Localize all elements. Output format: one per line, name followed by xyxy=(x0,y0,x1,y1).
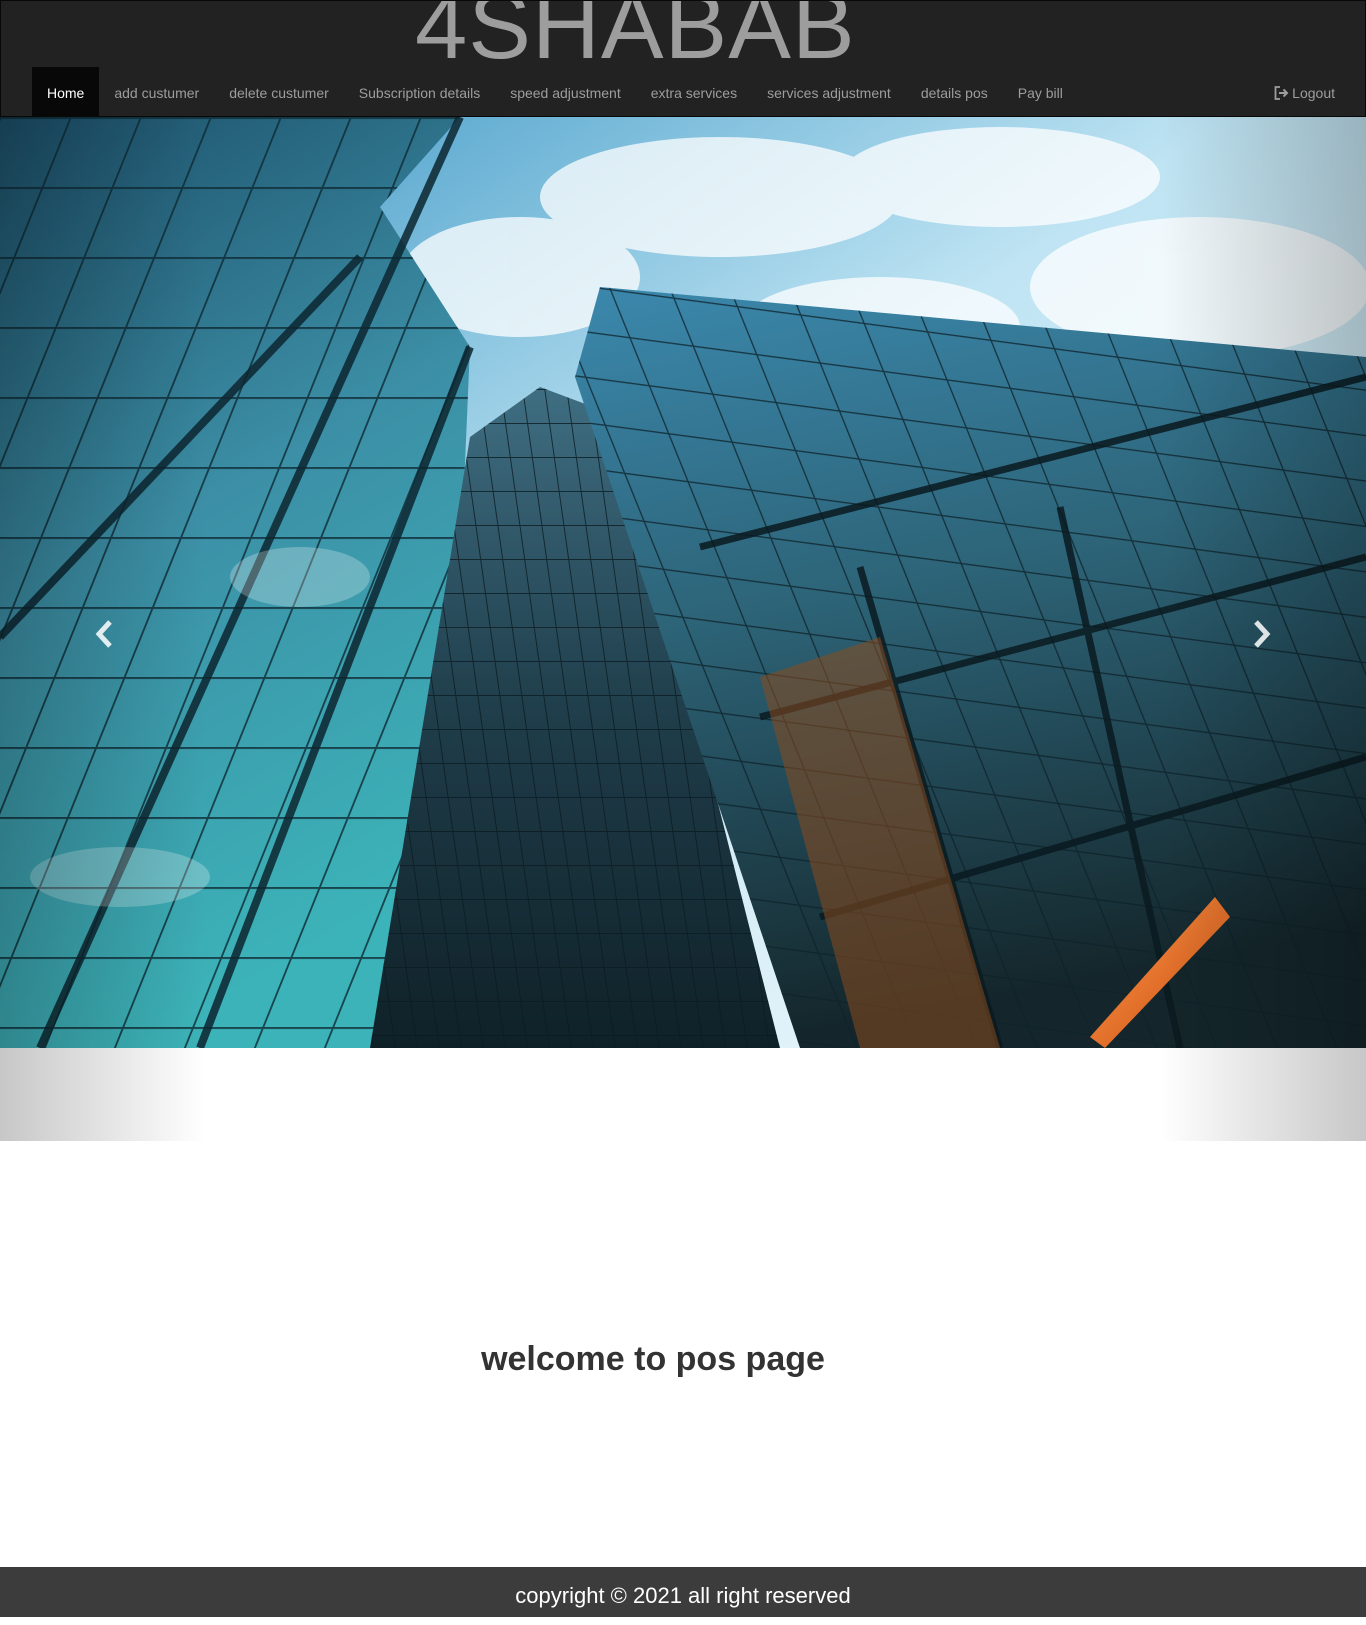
nav-item-add-customer[interactable]: add custumer xyxy=(99,67,214,116)
logout-icon xyxy=(1274,85,1289,100)
nav-item-details-pos[interactable]: details pos xyxy=(906,67,1003,116)
chevron-left-icon xyxy=(95,620,112,648)
navbar: 4SHABAB Home add custumer delete custume… xyxy=(0,0,1366,117)
nav-item-services-adjustment[interactable]: services adjustment xyxy=(752,67,906,116)
logout-label: Logout xyxy=(1292,84,1335,101)
nav-menu: Home add custumer delete custumer Subscr… xyxy=(32,67,1078,116)
brand-title[interactable]: 4SHABAB xyxy=(415,1,856,73)
nav-item-extra-services[interactable]: extra services xyxy=(636,67,752,116)
chevron-right-icon xyxy=(1254,620,1271,648)
nav-item-delete-customer[interactable]: delete custumer xyxy=(214,67,344,116)
image-carousel xyxy=(0,117,1366,1141)
footer: copyright © 2021 all right reserved xyxy=(0,1567,1366,1617)
nav-item-speed-adjustment[interactable]: speed adjustment xyxy=(495,67,636,116)
nav-item-subscription-details[interactable]: Subscription details xyxy=(344,67,495,116)
nav-item-pay-bill[interactable]: Pay bill xyxy=(1003,67,1078,116)
welcome-heading: welcome to pos page xyxy=(481,1340,825,1378)
carousel-prev-control[interactable] xyxy=(0,117,205,1141)
logout-link[interactable]: Logout xyxy=(1274,67,1335,116)
nav-item-home[interactable]: Home xyxy=(32,67,100,116)
copyright-text: copyright © 2021 all right reserved xyxy=(515,1583,851,1608)
carousel-next-control[interactable] xyxy=(1161,117,1366,1141)
